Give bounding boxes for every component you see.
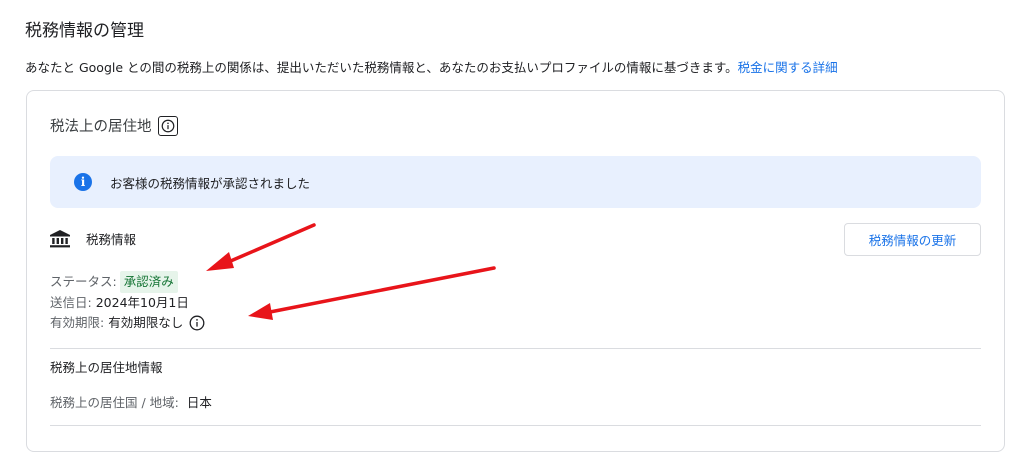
tax-info-details: ステータス: 承認済み 送信日: 2024年10月1日 有効期限: 有効期限なし <box>50 271 205 333</box>
page-description: あなたと Google との間の税務上の関係は、提出いただいた税務情報と、あなた… <box>25 57 838 76</box>
info-filled-icon: i <box>74 173 92 191</box>
residence-country-row: 税務上の居住国 / 地域: 日本 <box>50 392 212 411</box>
expiry-info-icon[interactable] <box>189 315 205 331</box>
section-heading: 税法上の居住地 <box>50 115 178 136</box>
section-title-text: 税法上の居住地 <box>50 119 152 135</box>
residence-info-title: 税務上の居住地情報 <box>50 360 163 375</box>
expiry-row: 有効期限: 有効期限なし <box>50 313 205 333</box>
status-label: ステータス: <box>50 274 117 289</box>
status-row: ステータス: 承認済み <box>50 271 205 293</box>
sent-date-value: 2024年10月1日 <box>95 295 189 310</box>
info-icon[interactable] <box>157 115 178 136</box>
tax-residence-card: 税法上の居住地 i お客様の税務情報が承認されました 税務情報 税務情報の更新 <box>26 90 1005 452</box>
divider <box>50 348 981 349</box>
bank-icon <box>50 229 70 248</box>
description-text: あなたと Google との間の税務上の関係は、提出いただいた税務情報と、あなた… <box>25 60 738 75</box>
divider <box>50 425 981 426</box>
update-tax-info-button[interactable]: 税務情報の更新 <box>844 223 981 256</box>
expiry-value: 有効期限なし <box>108 315 184 330</box>
tax-info-heading: 税務情報 <box>50 229 136 248</box>
status-badge: 承認済み <box>119 271 178 293</box>
expiry-label: 有効期限: <box>50 315 105 330</box>
page-title: 税務情報の管理 <box>25 21 144 41</box>
sent-date-row: 送信日: 2024年10月1日 <box>50 293 205 313</box>
residence-country-label: 税務上の居住国 / 地域: <box>50 395 179 410</box>
tax-details-link[interactable]: 税金に関する詳細 <box>738 60 838 75</box>
residence-country-value: 日本 <box>186 395 212 410</box>
approval-banner: i お客様の税務情報が承認されました <box>50 156 981 208</box>
sent-date-label: 送信日: <box>50 295 92 310</box>
banner-message: お客様の税務情報が承認されました <box>110 175 311 191</box>
tax-info-label: 税務情報 <box>86 232 137 247</box>
